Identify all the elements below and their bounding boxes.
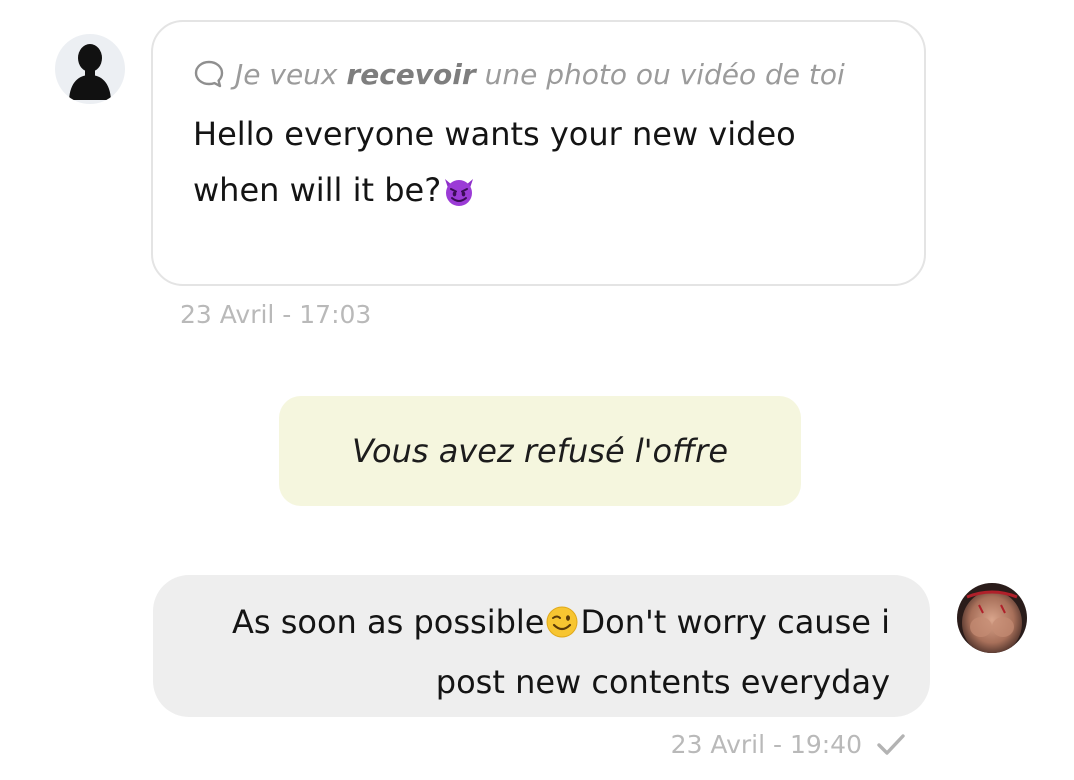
offer-declined-notice: Vous avez refusé l'offre: [279, 396, 801, 506]
winking-face-icon: [544, 601, 580, 655]
incoming-message-bubble[interactable]: Je veux recevoir une photo ou vidéo de t…: [151, 20, 926, 286]
sender-avatar[interactable]: [55, 34, 125, 104]
check-icon: [876, 732, 906, 758]
request-suffix: une photo ou vidéo de toi: [484, 58, 845, 91]
notice-text: Vous avez refusé l'offre: [351, 432, 729, 470]
user-silhouette-icon: [69, 44, 111, 100]
request-prefix: Je veux: [235, 58, 338, 91]
incoming-timestamp: 23 Avril - 17:03: [180, 300, 372, 329]
own-avatar[interactable]: [957, 583, 1027, 653]
incoming-message-text: Hello everyone wants your new video when…: [193, 106, 883, 224]
outgoing-timestamp: 23 Avril - 19:40: [670, 730, 862, 759]
incoming-message-body: Hello everyone wants your new video when…: [193, 115, 796, 209]
profile-photo-icon: [957, 583, 1027, 653]
smiling-devil-icon: [441, 168, 477, 224]
chat-thread: Je veux recevoir une photo ou vidéo de t…: [0, 0, 1074, 780]
chat-bubble-icon: [193, 53, 225, 88]
outgoing-message-bubble[interactable]: As soon as possible Don't worry cause i …: [153, 575, 930, 717]
outgoing-text-part1: As soon as possible: [231, 603, 545, 641]
request-line: Je veux recevoir une photo ou vidéo de t…: [193, 48, 873, 102]
outgoing-timestamp-row: 23 Avril - 19:40: [671, 728, 906, 762]
request-bold: recevoir: [346, 58, 476, 91]
